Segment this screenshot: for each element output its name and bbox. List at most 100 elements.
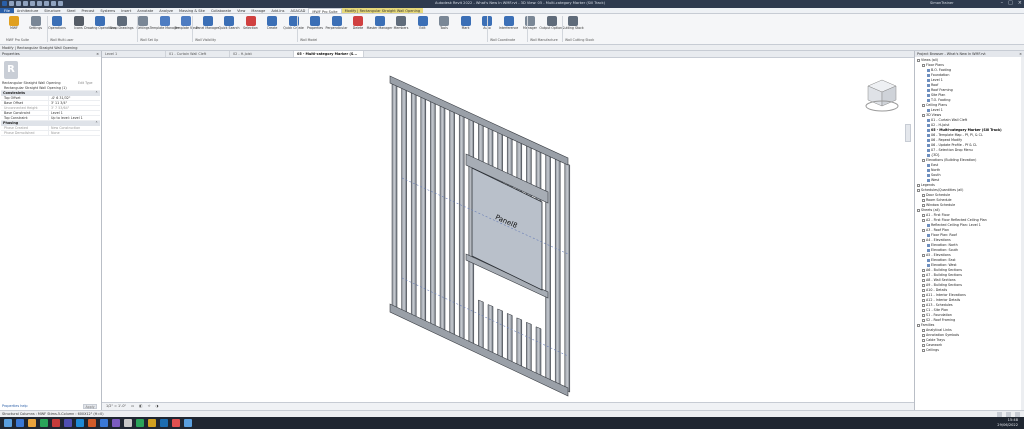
- windows-start-icon[interactable]: [4, 419, 12, 427]
- expand-toggle-icon[interactable]: [922, 344, 925, 347]
- wall-stud[interactable]: [545, 153, 551, 384]
- wall-stud[interactable]: [458, 113, 465, 344]
- wall-stud[interactable]: [391, 82, 398, 313]
- view-tab-02-h-joist[interactable]: 02 - H-Joist: [230, 51, 294, 57]
- output-options-button[interactable]: Output Options: [539, 15, 564, 37]
- wall-stud[interactable]: [430, 100, 436, 331]
- tab-annotate[interactable]: Annotate: [134, 8, 156, 13]
- panel-manager-button[interactable]: Panel Manager: [196, 15, 219, 37]
- expand-toggle-icon[interactable]: [922, 299, 925, 302]
- taskbar-app-icon[interactable]: [136, 419, 144, 427]
- properties-button[interactable]: Properties: [305, 15, 325, 37]
- template-view-button[interactable]: Template View: [174, 15, 198, 37]
- expand-toggle-icon[interactable]: [922, 64, 925, 67]
- mark-button[interactable]: Mark: [456, 15, 476, 37]
- edit-button[interactable]: Edit: [413, 15, 433, 37]
- expand-toggle-icon[interactable]: [922, 284, 925, 287]
- expand-toggle-icon[interactable]: [922, 219, 925, 222]
- expand-toggle-icon[interactable]: [922, 254, 925, 257]
- expand-toggle-icon[interactable]: [922, 214, 925, 217]
- tab-manage[interactable]: Manage: [248, 8, 268, 13]
- taskbar-app-icon[interactable]: [124, 419, 132, 427]
- view-tab-level-1[interactable]: Level 1: [102, 51, 166, 57]
- taskbar-app-icon[interactable]: [40, 419, 48, 427]
- property-value[interactable]: Level 1: [48, 111, 100, 115]
- expand-toggle-icon[interactable]: [922, 329, 925, 332]
- tab-modify-rectangular-straight-wall-opening[interactable]: Modify | Rectangular Straight Wall Openi…: [341, 8, 424, 13]
- expand-toggle-icon[interactable]: [922, 319, 925, 322]
- taskbar-app-icon[interactable]: [112, 419, 120, 427]
- expand-toggle-icon[interactable]: [917, 184, 920, 187]
- expand-toggle-icon[interactable]: [917, 324, 920, 327]
- interference-button[interactable]: Interference: [499, 15, 519, 37]
- maximize-icon[interactable]: □: [1008, 0, 1013, 6]
- wall-stud[interactable]: [410, 91, 417, 322]
- expand-toggle-icon[interactable]: [922, 304, 925, 307]
- expand-toggle-icon[interactable]: [917, 59, 920, 62]
- settings-button[interactable]: Settings: [26, 15, 46, 37]
- cripple-stud[interactable]: [526, 321, 532, 375]
- close-icon[interactable]: ×: [96, 51, 99, 57]
- tab-file[interactable]: File: [0, 8, 14, 13]
- taskbar-app-icon[interactable]: [148, 419, 156, 427]
- expand-toggle-icon[interactable]: [922, 229, 925, 232]
- cripple-stud[interactable]: [497, 308, 503, 362]
- navigation-bar[interactable]: [905, 124, 911, 142]
- create-button[interactable]: Create: [262, 15, 282, 37]
- tab-mwf-pro-suite[interactable]: MWF Pro Suite: [308, 8, 342, 13]
- close-icon[interactable]: ×: [1018, 0, 1022, 6]
- property-value[interactable]: -0' 6 31/32": [48, 96, 100, 100]
- apply-button[interactable]: Apply: [83, 404, 97, 409]
- shadows-icon[interactable]: ◑: [156, 403, 159, 410]
- sun-path-icon[interactable]: ☼: [147, 403, 150, 410]
- expand-toggle-icon[interactable]: [922, 309, 925, 312]
- cripple-stud[interactable]: [516, 317, 523, 371]
- template-manager-button[interactable]: Template Manager: [150, 15, 179, 37]
- tab-massing-site[interactable]: Massing & Site: [176, 8, 208, 13]
- taskbar-app-icon[interactable]: [160, 419, 168, 427]
- expand-toggle-icon[interactable]: [922, 339, 925, 342]
- taskbar-app-icon[interactable]: [28, 419, 36, 427]
- shop-drawings-button[interactable]: Shop Drawings: [110, 15, 133, 37]
- text-icon[interactable]: [51, 1, 56, 6]
- wall-stud[interactable]: [554, 158, 561, 389]
- print-icon[interactable]: [37, 1, 42, 6]
- undo-icon[interactable]: [23, 1, 28, 6]
- wall-stud[interactable]: [420, 95, 427, 326]
- wall-stud[interactable]: [449, 109, 455, 340]
- expand-toggle-icon[interactable]: [922, 274, 925, 277]
- measure-icon[interactable]: [44, 1, 49, 6]
- expand-toggle-icon[interactable]: [917, 209, 920, 212]
- expand-toggle-icon[interactable]: [922, 104, 925, 107]
- taskbar-app-icon[interactable]: [172, 419, 180, 427]
- tools-button[interactable]: Tools: [434, 15, 454, 37]
- minimize-icon[interactable]: –: [1001, 0, 1004, 6]
- expand-toggle-icon[interactable]: [917, 189, 920, 192]
- redo-icon[interactable]: [30, 1, 35, 6]
- members-button[interactable]: Members: [391, 15, 411, 37]
- cripple-stud[interactable]: [478, 299, 484, 353]
- taskbar-app-icon[interactable]: [76, 419, 84, 427]
- wall-stud[interactable]: [401, 87, 407, 317]
- view-tab-01-curtain-wall-cleft[interactable]: 01 - Curtain Wall Cleft: [166, 51, 230, 57]
- expand-toggle-icon[interactable]: [922, 334, 925, 337]
- mwf-button[interactable]: MWF: [4, 15, 24, 37]
- taskbar-clock[interactable]: 15:48 29/06/2022: [997, 418, 1018, 427]
- tab-agacad[interactable]: AGACAD: [287, 8, 308, 13]
- expand-toggle-icon[interactable]: [922, 314, 925, 317]
- cripple-stud[interactable]: [487, 304, 494, 357]
- expand-toggle-icon[interactable]: [922, 204, 925, 207]
- taskbar-app-icon[interactable]: [52, 419, 60, 427]
- user-name[interactable]: SimonTrainer: [930, 1, 954, 5]
- taskbar-app-icon[interactable]: [64, 419, 72, 427]
- view-tab-05-multi-category-marker-s[interactable]: 05 - Multi-category Marker (S...: [294, 51, 364, 57]
- tab-view[interactable]: View: [234, 8, 248, 13]
- expand-toggle-icon[interactable]: [922, 114, 925, 117]
- drawing-operations-button[interactable]: Drawing Operations: [84, 15, 116, 37]
- delete-button[interactable]: Delete: [348, 15, 368, 37]
- expand-toggle-icon[interactable]: [922, 269, 925, 272]
- quick-search-button[interactable]: Quick Search: [219, 15, 240, 37]
- tab-insert[interactable]: Insert: [118, 8, 134, 13]
- tab-collaborate[interactable]: Collaborate: [208, 8, 234, 13]
- wall-stud[interactable]: [564, 162, 571, 393]
